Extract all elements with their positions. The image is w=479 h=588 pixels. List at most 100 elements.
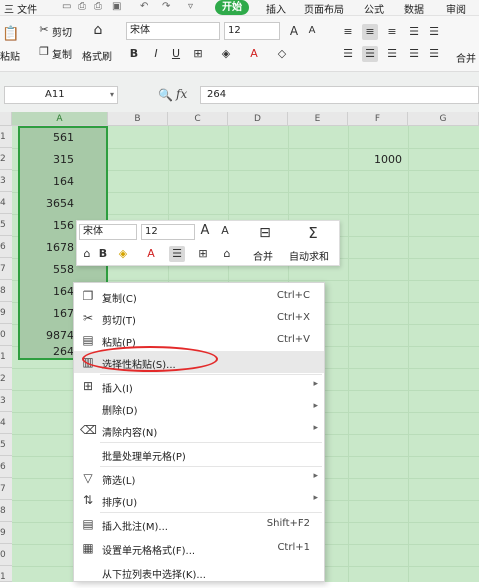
column-header-e[interactable]: E (288, 112, 348, 126)
cell-a1[interactable]: 561 (30, 131, 74, 144)
format-painter-button[interactable]: 格式刷 (82, 48, 112, 63)
zoom-icon[interactable]: 🔍 (158, 88, 173, 102)
fx-icon[interactable]: fx (176, 87, 187, 101)
file-menu[interactable]: 三 文件 (4, 1, 37, 16)
cell-a6[interactable]: 1678 (30, 241, 74, 254)
row-header[interactable]: 9 (0, 302, 12, 324)
outdent-icon[interactable]: ☰ (426, 24, 442, 40)
format-painter-icon[interactable]: ⌂ (79, 246, 95, 262)
align-right-icon[interactable]: ☰ (384, 46, 400, 62)
row-header[interactable]: 6 (0, 456, 12, 478)
column-header-g[interactable]: G (408, 112, 479, 126)
distribute-icon[interactable]: ☰ (426, 46, 442, 62)
preview-icon[interactable]: ▣ (112, 1, 121, 12)
mini-merge-button[interactable]: 合并 (253, 248, 273, 263)
chevron-down-icon[interactable]: ▾ (110, 90, 114, 99)
row-header[interactable]: 3 (0, 390, 12, 412)
undo-icon[interactable]: ↶ (140, 1, 148, 12)
copy-icon[interactable]: ❐ (36, 44, 52, 60)
column-header-c[interactable]: C (168, 112, 228, 126)
clear-format-icon[interactable]: ◇ (274, 46, 290, 62)
row-header[interactable]: 1 (0, 346, 12, 368)
cut-button[interactable]: 剪切 (52, 24, 72, 39)
copy-button[interactable]: 复制 (52, 46, 72, 61)
save-icon[interactable]: ▭ (62, 1, 71, 12)
align-middle-icon[interactable]: ≡ (362, 24, 378, 40)
italic-icon[interactable]: I (148, 46, 164, 62)
align-top-icon[interactable]: ≡ (340, 24, 356, 40)
tab-insert[interactable]: 插入 (266, 1, 286, 16)
font-color-icon[interactable]: A (143, 246, 159, 262)
align-center-icon[interactable]: ☰ (169, 246, 185, 262)
tab-data[interactable]: 数据 (404, 1, 424, 16)
formula-input[interactable]: 264 (200, 86, 479, 104)
bold-icon[interactable]: B (95, 246, 111, 262)
tab-review[interactable]: 审阅 (446, 1, 466, 16)
font-size-select[interactable]: 12 (224, 22, 280, 40)
row-header[interactable]: 2 (0, 148, 12, 170)
paste-icon[interactable]: 📋 (2, 26, 19, 42)
row-header[interactable]: 1 (0, 566, 12, 582)
cell-a2[interactable]: 315 (30, 153, 74, 166)
justify-icon[interactable]: ☰ (406, 46, 422, 62)
menu-item-sort[interactable]: ⇅ 排序(U) ▸ (74, 489, 324, 511)
menu-item-filter[interactable]: ▽ 筛选(L) ▸ (74, 467, 324, 489)
name-box[interactable]: A11 (4, 86, 118, 104)
fill-color-icon[interactable]: ◈ (218, 46, 234, 62)
row-header[interactable]: 0 (0, 324, 12, 346)
row-header[interactable]: 0 (0, 544, 12, 566)
menu-item-pick-list[interactable]: 从下拉列表中选择(K)... (74, 561, 324, 583)
column-header-d[interactable]: D (228, 112, 288, 126)
cell-a5[interactable]: 156 (30, 219, 74, 232)
column-header-a[interactable]: A (12, 112, 108, 126)
cell-f2[interactable]: 1000 (356, 153, 402, 166)
underline-icon[interactable]: U (168, 46, 184, 62)
menu-item-batch[interactable]: 批量处理单元格(P) (74, 443, 324, 465)
print-icon[interactable]: ⎙ (94, 1, 102, 12)
tab-formula[interactable]: 公式 (364, 1, 384, 16)
merge-cells-icon[interactable]: ⊟ (257, 225, 273, 241)
grow-font-icon[interactable]: A (286, 23, 302, 39)
merge-button[interactable]: 合并 (456, 50, 476, 65)
tab-home[interactable]: 开始 (215, 0, 249, 15)
row-header[interactable]: 1 (0, 126, 12, 148)
row-header[interactable]: 4 (0, 192, 12, 214)
row-header[interactable]: 9 (0, 522, 12, 544)
row-header[interactable]: 7 (0, 478, 12, 500)
cell-a4[interactable]: 3654 (30, 197, 74, 210)
row-header[interactable]: 5 (0, 214, 12, 236)
menu-item-delete[interactable]: 删除(D) ▸ (74, 397, 324, 419)
paste-button[interactable]: 粘贴 (0, 48, 20, 63)
format-painter-icon[interactable]: ⌂ (90, 22, 106, 38)
print-preview-icon[interactable]: ⎙ (78, 1, 86, 12)
row-header[interactable]: 2 (0, 368, 12, 390)
fill-bucket-icon[interactable]: ⌂ (219, 246, 235, 262)
bold-icon[interactable]: B (126, 46, 142, 62)
row-header[interactable]: 5 (0, 434, 12, 456)
shrink-font-icon[interactable]: A (304, 23, 320, 39)
cell-a8[interactable]: 164 (30, 285, 74, 298)
scissors-icon[interactable]: ✂ (36, 22, 52, 38)
cell-a9[interactable]: 167 (30, 307, 74, 320)
menu-item-clear[interactable]: ⌫ 清除内容(N) ▸ (74, 419, 324, 441)
row-header[interactable]: 6 (0, 236, 12, 258)
border-icon[interactable]: ⊞ (190, 46, 206, 62)
mini-font-name[interactable]: 宋体 (79, 224, 137, 240)
fill-color-icon[interactable]: ◈ (115, 246, 131, 262)
font-color-icon[interactable]: A (246, 46, 262, 62)
border-icon[interactable]: ⊞ (195, 246, 211, 262)
cell-a7[interactable]: 558 (30, 263, 74, 276)
menu-item-comment[interactable]: ▤ 插入批注(M)... Shift+F2 (74, 513, 324, 535)
customize-icon[interactable]: ▿ (188, 1, 193, 12)
mini-autosum-button[interactable]: 自动求和 (289, 248, 329, 263)
indent-icon[interactable]: ☰ (406, 24, 422, 40)
font-name-select[interactable]: 宋体 (126, 22, 220, 40)
tab-page-layout[interactable]: 页面布局 (304, 1, 344, 16)
align-left-icon[interactable]: ☰ (340, 46, 356, 62)
row-header[interactable]: 8 (0, 500, 12, 522)
column-header-f[interactable]: F (348, 112, 408, 126)
shrink-font-icon[interactable]: A (217, 223, 233, 239)
cell-a10[interactable]: 9874 (30, 329, 74, 342)
row-header[interactable]: 3 (0, 170, 12, 192)
cell-a11[interactable]: 264 (30, 345, 74, 358)
